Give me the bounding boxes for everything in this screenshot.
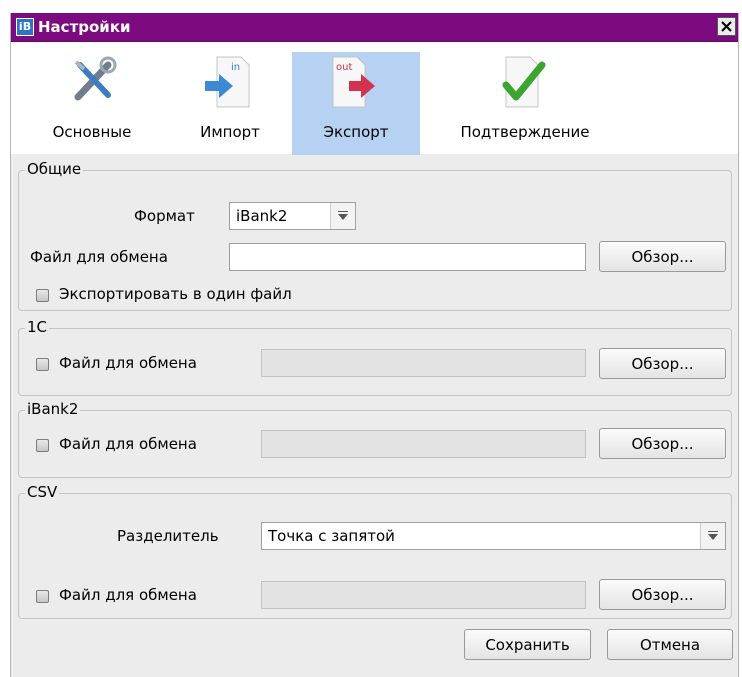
category-toolbar: Основные in Импорт out Экспорт Подтвержд [11, 42, 738, 155]
csv-group: CSV Разделитель Точка с запятой Файл для… [18, 483, 732, 619]
title-bar: iB Настройки [11, 13, 738, 42]
window-title: Настройки [38, 18, 131, 36]
svg-text:out: out [336, 62, 352, 73]
file-label: Файл для обмена [30, 248, 168, 266]
tab-export[interactable]: out Экспорт [292, 52, 420, 155]
file-path-field[interactable] [229, 243, 586, 271]
cancel-button[interactable]: Отмена [607, 629, 733, 660]
csv-group-title: CSV [25, 483, 60, 501]
checkmark-icon [502, 56, 546, 108]
import-icon: in [205, 56, 250, 108]
export-icon: out [332, 56, 375, 108]
chevron-down-icon [700, 523, 725, 549]
onec-browse-button[interactable]: Обзор... [599, 348, 726, 379]
general-group: Общие Формат iBank2 Файл для обмена Обзо… [18, 160, 732, 311]
csv-file-label: Файл для обмена [59, 586, 197, 604]
format-select[interactable]: iBank2 [229, 202, 356, 230]
ibank2-group: iBank2 Файл для обмена Обзор... [18, 400, 732, 478]
close-icon [721, 21, 732, 32]
ibank2-group-title: iBank2 [25, 400, 81, 418]
separator-select-value: Точка с запятой [268, 527, 395, 545]
format-select-value: iBank2 [236, 207, 288, 225]
onec-file-checkbox[interactable] [36, 358, 49, 371]
csv-browse-button[interactable]: Обзор... [599, 579, 726, 610]
format-label: Формат [134, 207, 195, 225]
chevron-down-icon [330, 203, 355, 229]
ibank2-file-path-field[interactable] [261, 430, 586, 458]
tab-confirmation[interactable]: Подтверждение [447, 52, 603, 155]
onec-group: 1С Файл для обмена Обзор... [18, 318, 732, 396]
app-icon: iB [16, 18, 34, 36]
save-button[interactable]: Сохранить [464, 629, 591, 660]
tab-export-label: Экспорт [323, 123, 389, 141]
general-group-title: Общие [25, 160, 84, 178]
single-file-checkbox[interactable] [36, 289, 49, 302]
tab-import-label: Импорт [200, 123, 260, 141]
separator-select[interactable]: Точка с запятой [261, 522, 726, 550]
single-file-label: Экспортировать в один файл [59, 285, 292, 303]
csv-file-checkbox[interactable] [36, 590, 49, 603]
tab-general-label: Основные [52, 123, 132, 141]
close-button[interactable] [717, 17, 736, 36]
tab-confirmation-label: Подтверждение [460, 123, 590, 141]
browse-button[interactable]: Обзор... [599, 241, 726, 272]
ibank2-browse-button[interactable]: Обзор... [599, 428, 726, 459]
tools-icon [74, 56, 117, 101]
tab-import[interactable]: in Импорт [181, 52, 279, 155]
svg-text:in: in [231, 62, 240, 73]
settings-window: iB Настройки Основные in Импорт out Эксп… [10, 13, 739, 677]
ibank2-file-checkbox[interactable] [36, 439, 49, 452]
separator-label: Разделитель [117, 527, 219, 545]
onec-file-label: Файл для обмена [59, 354, 197, 372]
ibank2-file-label: Файл для обмена [59, 435, 197, 453]
onec-group-title: 1С [25, 318, 50, 336]
tab-general[interactable]: Основные [33, 52, 151, 155]
onec-file-path-field[interactable] [261, 349, 586, 377]
csv-file-path-field[interactable] [261, 581, 586, 609]
